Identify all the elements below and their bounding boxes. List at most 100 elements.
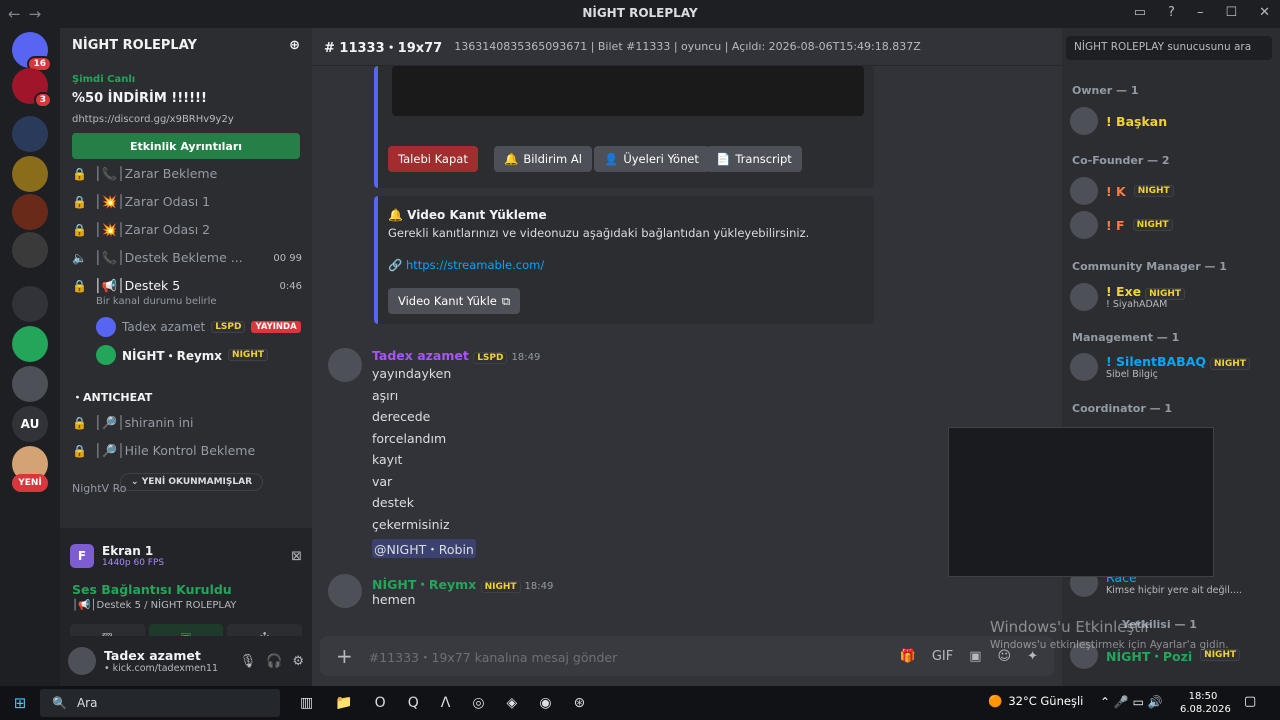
- mention[interactable]: @NIGHT・Robin: [372, 539, 476, 558]
- lock-icon: 🔒: [72, 444, 87, 458]
- avatar[interactable]: [328, 574, 362, 608]
- gift-icon[interactable]: 🎁: [900, 649, 916, 664]
- server-icon[interactable]: [12, 156, 48, 192]
- unread-button[interactable]: ⌄ YENİ OKUNMAMIŞLAR: [120, 473, 264, 491]
- plus-icon[interactable]: +: [336, 644, 353, 668]
- channel-item[interactable]: 🔒 │📞│Zarar Bekleme: [72, 161, 302, 187]
- notify-button[interactable]: 🔔 Bildirim Al: [494, 146, 592, 172]
- taskbar-search[interactable]: 🔍 Ara: [40, 689, 280, 717]
- task-view-icon[interactable]: ▥: [300, 695, 313, 711]
- window-title: NİGHT ROLEPLAY: [582, 6, 698, 20]
- message-composer[interactable]: + #11333・19x77 kanalına mesaj gönder 🎁 G…: [320, 636, 1054, 676]
- mic-icon[interactable]: 🎙: [240, 654, 257, 669]
- voice-connection: Ses Bağlantısı Kuruldu │📢│Destek 5 / NİG…: [72, 582, 237, 611]
- screen-icon: F: [70, 544, 94, 568]
- member-list: Owner — 1 ! Başkan Co-Founder — 2 ! K NI…: [1062, 28, 1280, 686]
- manage-members-button[interactable]: 👤 Üyeleri Yönet: [594, 146, 709, 172]
- channel-topic[interactable]: 1363140835365093671 | Bilet #11333 | oyu…: [454, 40, 921, 53]
- close-icon[interactable]: ✕: [1259, 5, 1270, 20]
- server-icon[interactable]: 3: [12, 68, 52, 108]
- server-list: 16 3 AU YENİ: [0, 28, 60, 686]
- avatar[interactable]: [328, 348, 362, 382]
- channel-item[interactable]: 🔒 │💥│Zarar Odası 2: [72, 217, 302, 243]
- server-icon[interactable]: 16: [12, 32, 52, 72]
- lock-icon: 🔒: [72, 167, 87, 181]
- chat-area: # 11333・19x77 1363140835365093671 | Bile…: [312, 28, 1062, 686]
- server-icon[interactable]: AU: [12, 406, 48, 442]
- server-name: NİGHT ROLEPLAY: [72, 38, 197, 53]
- close-ticket-button[interactable]: Talebi Kapat: [388, 146, 478, 172]
- screen-share-card[interactable]: F Ekran 1 1440p 60 FPS ⊠: [70, 536, 302, 576]
- event-status: Şimdi Canlı: [72, 74, 136, 85]
- stream-preview-overlay[interactable]: [948, 427, 1214, 577]
- member-item[interactable]: ! Başkan: [1070, 104, 1274, 138]
- member-item[interactable]: ! F NIGHT: [1070, 208, 1274, 242]
- headset-icon[interactable]: 🎧: [266, 654, 282, 669]
- gif-icon[interactable]: GIF: [932, 649, 953, 664]
- category-anticheat[interactable]: ・ANTICHEAT: [72, 384, 302, 410]
- title-bar: ←→ NİGHT ROLEPLAY ▭ ? – ☐ ✕: [0, 0, 1280, 28]
- video-embed: 🔔 Video Kanıt Yükleme Gerekli kanıtların…: [374, 196, 874, 324]
- event-title: %50 İNDİRİM !!!!!!: [72, 91, 207, 106]
- server-icon[interactable]: [12, 366, 48, 402]
- clock[interactable]: 18:50 6.08.2026: [1180, 690, 1231, 716]
- discord-icon[interactable]: ◉: [539, 695, 551, 711]
- help-icon[interactable]: ?: [1168, 5, 1175, 20]
- server-icon[interactable]: [12, 326, 48, 362]
- notification-badge: 3: [33, 92, 52, 108]
- opera-icon[interactable]: O: [375, 695, 386, 711]
- steam-icon[interactable]: ⊛: [574, 695, 586, 711]
- sticker-icon[interactable]: ▣: [969, 649, 981, 664]
- server-icon[interactable]: [12, 232, 48, 268]
- gear-icon[interactable]: ⚙: [292, 654, 304, 669]
- live-badge: YAYINDA: [251, 321, 301, 333]
- voice-user[interactable]: Tadex azamet LSPD YAYINDA: [96, 316, 301, 338]
- channel-header: # 11333・19x77 1363140835365093671 | Bile…: [312, 28, 1062, 66]
- app-icon[interactable]: ◈: [507, 695, 518, 711]
- add-user-icon[interactable]: ⊕: [289, 38, 300, 56]
- explorer-icon[interactable]: 📁: [335, 695, 352, 711]
- member-item[interactable]: ! Exe NIGHT! SiyahADAM: [1070, 280, 1274, 314]
- activation-watermark: Windows'u Etkinleştir Windows'u etkinleş…: [990, 618, 1229, 651]
- member-item[interactable]: ! K NIGHT: [1070, 174, 1274, 208]
- app-icon[interactable]: Λ: [441, 695, 451, 711]
- event-details-button[interactable]: Etkinlik Ayrıntıları: [72, 133, 300, 159]
- message: NİGHT・Reymx NIGHT 18:49 hemen: [328, 574, 1028, 614]
- taskbar: ⊞ 🔍 Ara ▥ 📁 O Q Λ ◎ ◈ ◉ ⊛ 🟠 32°C Güneşli…: [0, 686, 1280, 720]
- avatar: [96, 345, 116, 365]
- embed-image[interactable]: [392, 66, 864, 116]
- app-icon[interactable]: Q: [408, 695, 419, 711]
- embed-link[interactable]: 🔗 https://streamable.com/: [388, 258, 544, 272]
- channel-item[interactable]: 🔈 │📞│Destek Bekleme ... 00 99: [72, 245, 302, 271]
- member-item[interactable]: ! SilentBABAQ NIGHT Sibel Bilgiç: [1070, 350, 1274, 384]
- server-icon[interactable]: [12, 116, 48, 152]
- avatar[interactable]: [68, 647, 96, 675]
- voice-status-hint[interactable]: Bir kanal durumu belirle: [96, 296, 217, 307]
- minimize-icon[interactable]: –: [1197, 5, 1204, 20]
- system-tray[interactable]: ⌃ 🎤 ▭ 🔊: [1100, 695, 1163, 709]
- stop-stream-icon[interactable]: ⊠: [291, 549, 302, 564]
- voice-user[interactable]: NİGHT・Reymx NIGHT: [96, 344, 268, 366]
- app-icon[interactable]: ◎: [472, 695, 484, 711]
- channel-item[interactable]: 🔒 │🔎│Hile Kontrol Bekleme: [72, 438, 302, 464]
- inbox-icon[interactable]: ▭: [1134, 5, 1146, 20]
- search-input[interactable]: NİGHT ROLEPLAY sunucusunu ara: [1066, 36, 1272, 60]
- notification-icon[interactable]: ▢: [1244, 694, 1256, 709]
- channel-item[interactable]: 🔒 │💥│Zarar Odası 1: [72, 189, 302, 215]
- message-input[interactable]: #11333・19x77 kanalına mesaj gönder: [369, 647, 617, 666]
- server-icon[interactable]: YENİ: [12, 474, 48, 492]
- transcript-button[interactable]: 📄 Transcript: [706, 146, 802, 172]
- maximize-icon[interactable]: ☐: [1225, 5, 1237, 20]
- avatar: [96, 317, 116, 337]
- windows-start-icon[interactable]: ⊞: [0, 694, 40, 712]
- channel-name: # 11333・19x77: [324, 41, 443, 56]
- channel-item[interactable]: 🔒 │🔎│shiranin ini: [72, 410, 302, 436]
- server-header[interactable]: NİGHT ROLEPLAY ⊕: [60, 28, 312, 66]
- weather-widget[interactable]: 🟠 32°C Güneşli: [988, 694, 1083, 708]
- event-link[interactable]: dhttps://discord.gg/x9BRHv9y2y: [72, 114, 300, 125]
- server-icon[interactable]: [12, 286, 48, 322]
- lock-icon: 🔒: [72, 195, 87, 209]
- server-icon[interactable]: [12, 194, 48, 230]
- partial-channel: NightV Ro: [72, 482, 127, 495]
- upload-video-button[interactable]: Video Kanıt Yükle ⧉: [388, 288, 521, 314]
